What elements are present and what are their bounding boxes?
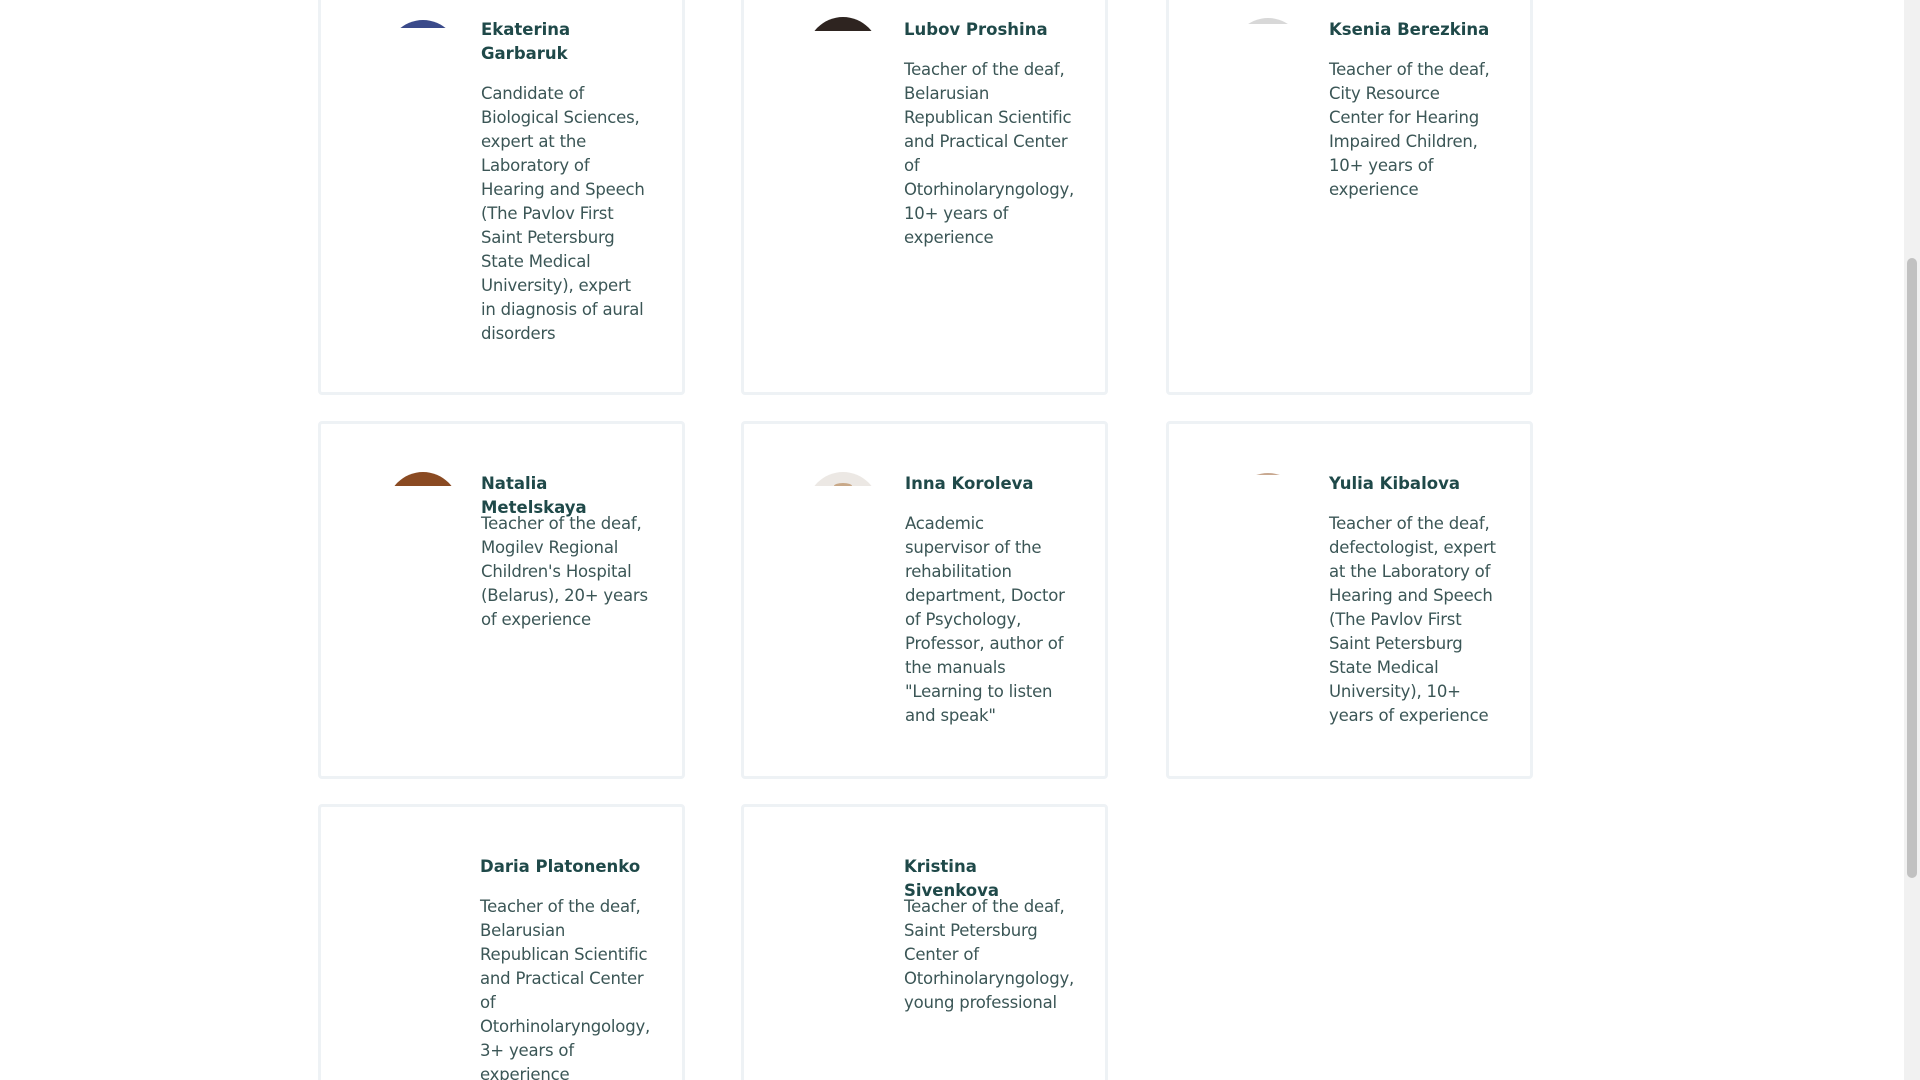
expert-name: Daria Platonenko <box>480 857 641 876</box>
experts-section: Ekaterina Garbaruk Candidate of Biologic… <box>0 0 1904 1080</box>
expert-card: Inna Koroleva Academic supervisor of the… <box>741 421 1108 779</box>
expert-description: Teacher of the deaf, City Resource Cente… <box>1329 60 1490 199</box>
expert-name: Yulia Kibalova <box>1329 474 1460 493</box>
expert-description: Teacher of the deaf, defectologist, expe… <box>1329 514 1496 725</box>
expert-card: Yulia Kibalova Teacher of the deaf, defe… <box>1166 421 1533 779</box>
avatar <box>1232 473 1304 475</box>
expert-description: Teacher of the deaf, Belarusian Republic… <box>904 60 1075 247</box>
expert-description: Academic supervisor of the rehabilitatio… <box>905 514 1065 725</box>
avatar <box>1232 18 1304 24</box>
expert-card: Ksenia Berezkina Teacher of the deaf, Ci… <box>1166 0 1533 395</box>
expert-description: Teacher of the deaf, Saint Petersburg Ce… <box>904 897 1075 1012</box>
avatar <box>807 17 879 31</box>
expert-card: Lubov Proshina Teacher of the deaf, Bela… <box>741 0 1108 395</box>
avatar <box>387 472 459 486</box>
expert-description: Teacher of the deaf, Belarusian Republic… <box>480 897 651 1080</box>
avatar <box>387 20 459 28</box>
expert-card: Daria Platonenko Teacher of the deaf, Be… <box>318 804 685 1080</box>
expert-name: Inna Koroleva <box>905 474 1034 493</box>
expert-description: Teacher of the deaf, Mogilev Regional Ch… <box>481 514 648 629</box>
expert-card: Kristina Sivenkova Teacher of the deaf, … <box>741 804 1108 1080</box>
avatar <box>807 472 879 486</box>
expert-description: Candidate of Biological Sciences, expert… <box>481 84 645 343</box>
expert-name: Ksenia Berezkina <box>1329 20 1490 39</box>
expert-name: Lubov Proshina <box>904 20 1048 39</box>
expert-card: Natalia Metelskaya Teacher of the deaf, … <box>318 421 685 779</box>
expert-card: Ekaterina Garbaruk Candidate of Biologic… <box>318 0 685 395</box>
expert-name: Ekaterina Garbaruk <box>481 20 571 63</box>
scrollbar-thumb[interactable] <box>1907 258 1917 878</box>
